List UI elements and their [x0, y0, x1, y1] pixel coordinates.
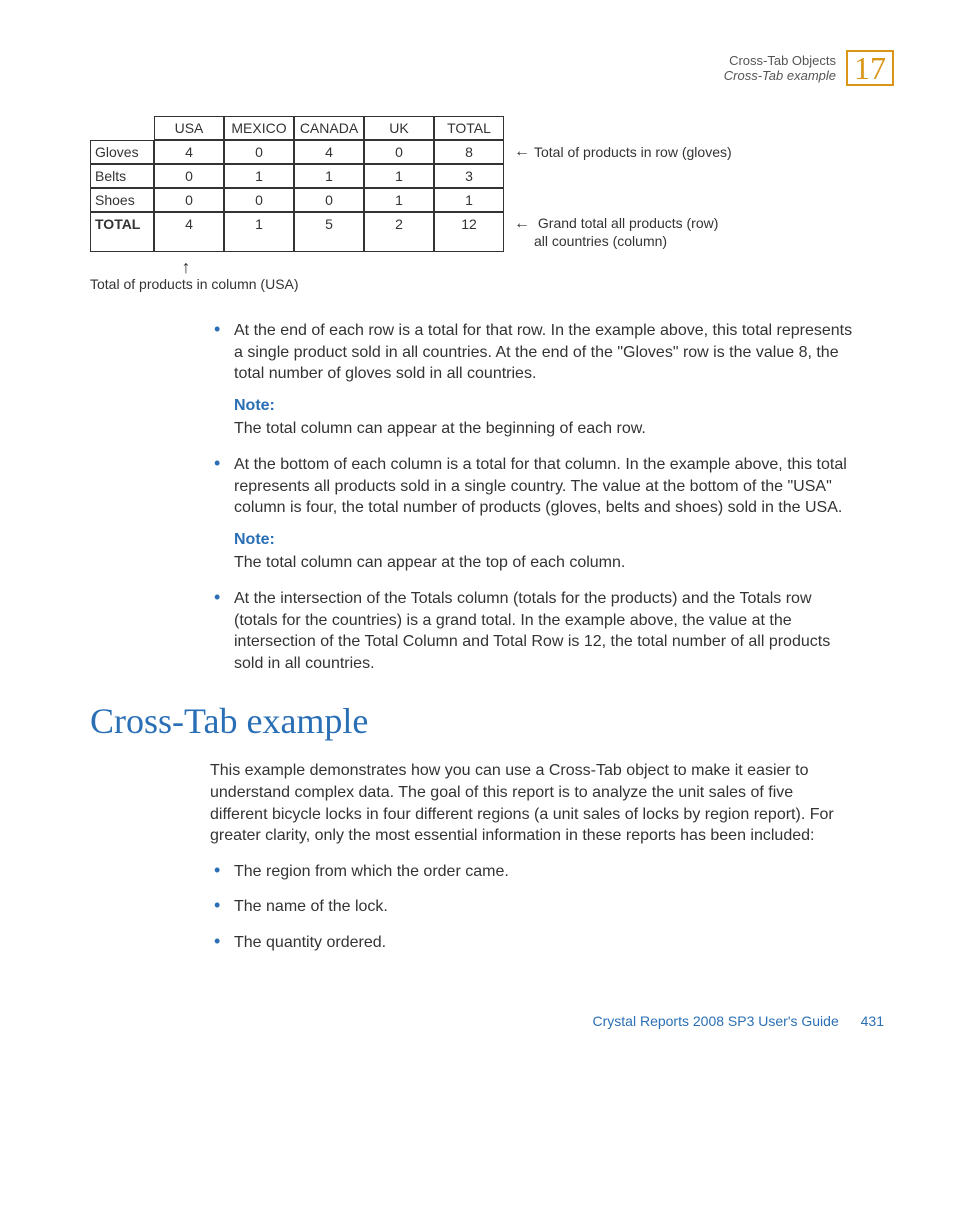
- header-sub-line: Cross-Tab example: [724, 68, 836, 83]
- note-label: Note:: [234, 395, 854, 417]
- list-item: At the intersection of the Totals column…: [210, 588, 854, 674]
- footer-text: Crystal Reports 2008 SP3 User's Guide: [593, 1013, 839, 1029]
- table-cell: 0: [294, 188, 364, 212]
- note-label: Note:: [234, 529, 854, 551]
- chapter-number-box: 17: [846, 50, 894, 86]
- arrow-left-icon: ←: [514, 143, 530, 161]
- column-caption: Total of products in column (USA): [90, 276, 894, 292]
- section-heading: Cross-Tab example: [90, 700, 894, 742]
- row-header: Belts: [90, 164, 154, 188]
- bullet-text: At the intersection of the Totals column…: [234, 590, 830, 672]
- table-cell: 0: [154, 164, 224, 188]
- row-header: Gloves: [90, 140, 154, 164]
- table-cell: 4: [294, 140, 364, 164]
- table-cell: 0: [224, 140, 294, 164]
- table-corner: [90, 116, 154, 140]
- table-cell: 1: [294, 164, 364, 188]
- row-total: 8: [434, 140, 504, 164]
- list-item: The region from which the order came.: [210, 861, 854, 883]
- row-header: Shoes: [90, 188, 154, 212]
- note-text: The total column can appear at the begin…: [234, 418, 854, 440]
- body-content: At the end of each row is a total for th…: [210, 320, 854, 674]
- row-total: 1: [434, 188, 504, 212]
- list-item: The name of the lock.: [210, 896, 854, 918]
- page-header: Cross-Tab Objects Cross-Tab example 17: [60, 50, 894, 86]
- crosstab-table: USA MEXICO CANADA UK TOTAL Gloves 4 0 4 …: [90, 116, 894, 252]
- row-header-total: TOTAL: [90, 212, 154, 252]
- col-total: 4: [154, 212, 224, 252]
- column-arrow: ↑: [90, 258, 894, 276]
- col-header-total: TOTAL: [434, 116, 504, 140]
- row-annotation: ← Total of products in row (gloves): [504, 140, 732, 164]
- note-text: The total column can appear at the top o…: [234, 552, 854, 574]
- col-header: USA: [154, 116, 224, 140]
- header-top-line: Cross-Tab Objects: [724, 53, 836, 68]
- table-cell: 0: [364, 140, 434, 164]
- grand-annotation-text: Grand total all products (row): [538, 215, 719, 231]
- table-cell: 1: [224, 164, 294, 188]
- bullet-text: The region from which the order came.: [234, 863, 509, 880]
- row-total: 3: [434, 164, 504, 188]
- page-footer: Crystal Reports 2008 SP3 User's Guide 43…: [60, 1013, 894, 1029]
- page-number: 431: [861, 1013, 884, 1029]
- grand-total: 12: [434, 212, 504, 252]
- arrow-left-icon: ←: [514, 215, 530, 232]
- col-header: UK: [364, 116, 434, 140]
- grand-annotation: ← Grand total all products (row) all cou…: [504, 212, 718, 252]
- bullet-text: The quantity ordered.: [234, 934, 386, 951]
- table-cell: 4: [154, 140, 224, 164]
- col-header: MEXICO: [224, 116, 294, 140]
- section-intro: This example demonstrates how you can us…: [210, 760, 854, 846]
- grand-annotation-text-2: all countries (column): [514, 233, 718, 249]
- list-item: At the end of each row is a total for th…: [210, 320, 854, 440]
- table-cell: 1: [364, 188, 434, 212]
- bullet-text: At the end of each row is a total for th…: [234, 322, 852, 382]
- col-header: CANADA: [294, 116, 364, 140]
- list-item: The quantity ordered.: [210, 932, 854, 954]
- table-cell: 0: [154, 188, 224, 212]
- col-total: 2: [364, 212, 434, 252]
- bullet-text: The name of the lock.: [234, 898, 388, 915]
- row-annotation-text: Total of products in row (gloves): [534, 144, 732, 160]
- table-cell: 0: [224, 188, 294, 212]
- table-cell: 1: [364, 164, 434, 188]
- col-total: 1: [224, 212, 294, 252]
- col-total: 5: [294, 212, 364, 252]
- list-item: At the bottom of each column is a total …: [210, 454, 854, 574]
- chapter-number: 17: [854, 50, 886, 86]
- bullet-text: At the bottom of each column is a total …: [234, 456, 847, 516]
- arrow-up-icon: ↑: [154, 258, 218, 276]
